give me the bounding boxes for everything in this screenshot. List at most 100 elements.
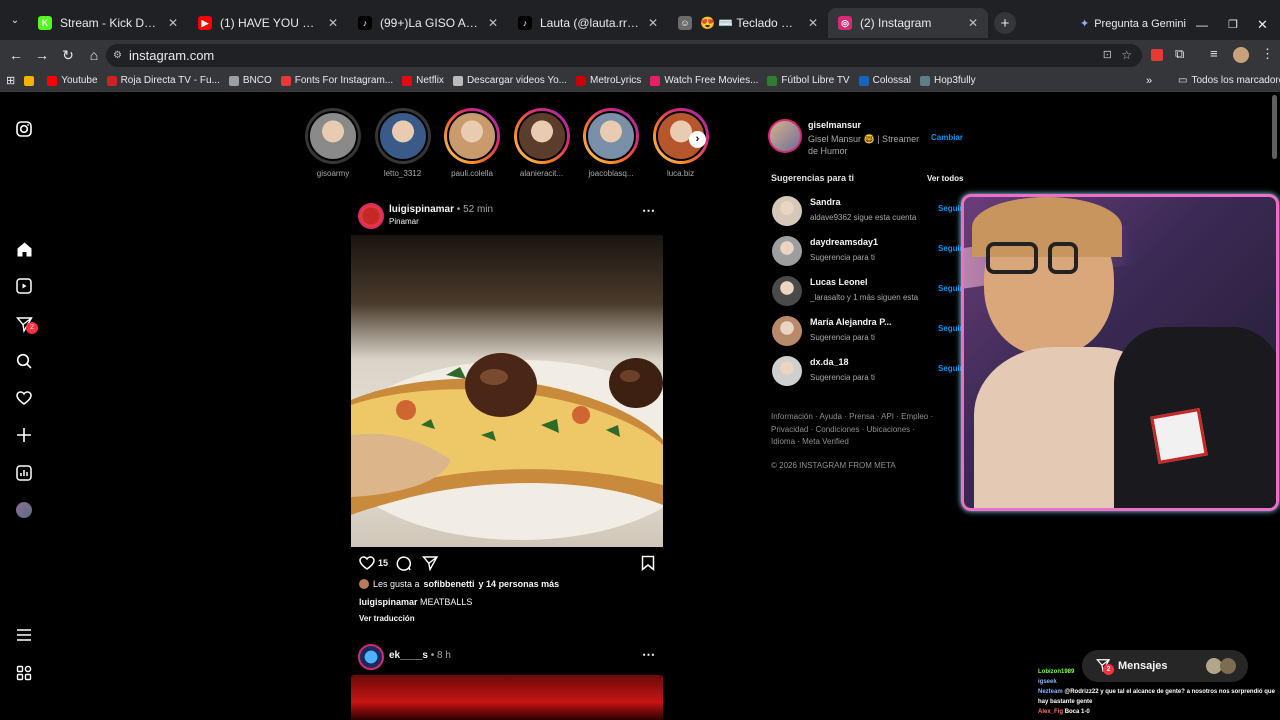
post-more-options-icon[interactable]: ⋯ (642, 203, 655, 219)
comment-icon[interactable] (395, 555, 412, 576)
media-control-icon[interactable]: ≡ (1210, 46, 1218, 61)
search-icon[interactable] (14, 351, 34, 371)
profile-nav-avatar[interactable] (14, 500, 34, 520)
bookmark-item[interactable]: Watch Free Movies... (650, 75, 758, 86)
post-image-pizza[interactable] (351, 235, 663, 547)
site-info-icon[interactable]: ⚙ (113, 44, 122, 67)
follow-button[interactable]: Seguir (938, 284, 963, 293)
see-all-link[interactable]: Ver todos (927, 174, 963, 183)
url-input[interactable]: ⚙ instagram.com ⊡ ☆ (106, 44, 1142, 67)
suggestion-name[interactable]: dx.da_18 (810, 357, 849, 367)
extension-icon-red[interactable] (1151, 49, 1163, 61)
tab-close-icon[interactable]: ✕ (808, 16, 818, 30)
follow-button[interactable]: Seguir (938, 244, 963, 253)
post-location[interactable]: Pinamar (389, 217, 419, 226)
bookmark-item[interactable]: Netflix (402, 75, 444, 86)
bookmark-item[interactable]: Hop3fully (919, 75, 976, 86)
story-item[interactable]: joacoblasq... (581, 108, 641, 178)
bookmarks-overflow-icon[interactable]: » (1146, 75, 1152, 87)
gemini-button[interactable]: ✦ Pregunta a Gemini (1080, 17, 1186, 31)
switch-account-link[interactable]: Cambiar (931, 133, 963, 142)
like-heart-icon[interactable] (359, 555, 375, 576)
follow-button[interactable]: Seguir (938, 364, 963, 373)
browser-tab[interactable]: ♪ Lauta (@lauta.rrpp) | TikTok ✕ (508, 8, 668, 38)
footer-links[interactable]: Información · Ayuda · Prensa · API · Emp… (771, 411, 941, 449)
suggestion-name[interactable]: María Alejandra P... (810, 317, 892, 327)
tab-close-icon[interactable]: ✕ (488, 16, 498, 30)
maximize-button[interactable]: ❐ (1228, 18, 1238, 31)
reload-button[interactable]: ↻ (56, 43, 80, 67)
see-translation-link[interactable]: Ver traducción (359, 614, 415, 623)
suggestion-name[interactable]: Lucas Leonel (810, 277, 868, 287)
caption-username[interactable]: luigispinamar (359, 597, 418, 607)
liked-by-suffix[interactable]: y 14 personas más (479, 579, 560, 589)
browser-tab[interactable]: ♪ (99+)La GISO ARMY (@gisoarm ✕ (348, 8, 508, 38)
chat-username[interactable]: Lobizon1989 (1038, 669, 1074, 675)
dashboard-icon[interactable] (14, 463, 34, 483)
save-bookmark-icon[interactable] (641, 555, 655, 576)
browser-tab[interactable]: ☺ 😍 ⌨️ Teclado Emoji 👍 🔥 395 ✕ (668, 8, 828, 38)
current-profile-username[interactable]: giselmansur (808, 120, 861, 130)
extensions-puzzle-icon[interactable]: ⧉ (1175, 46, 1184, 62)
stories-next-arrow-icon[interactable]: › (689, 131, 706, 148)
share-icon[interactable] (421, 555, 439, 576)
post-author-username[interactable]: luigispinamar (389, 204, 454, 215)
menu-hamburger-icon[interactable] (14, 625, 34, 645)
chat-username[interactable]: Alex_Fig (1038, 709, 1063, 715)
story-item[interactable]: letto_3312 (373, 108, 433, 178)
next-post-more-icon[interactable]: ⋯ (642, 647, 655, 663)
bookmark-item[interactable]: Fútbol Libre TV (767, 75, 850, 86)
tab-search-button[interactable]: ⌄ (2, 7, 28, 33)
bookmark-item[interactable]: BNCO (228, 75, 272, 86)
follow-button[interactable]: Seguir (938, 324, 963, 333)
install-app-icon[interactable]: ⊡ (1103, 44, 1112, 67)
close-window-button[interactable]: ✕ (1257, 17, 1268, 33)
suggestion-name[interactable]: daydreamsday1 (810, 237, 878, 247)
next-post-avatar[interactable] (358, 644, 384, 670)
tab-close-icon[interactable]: ✕ (328, 16, 338, 30)
page-scrollbar[interactable] (1272, 95, 1277, 159)
minimize-button[interactable]: — (1196, 18, 1208, 32)
all-bookmarks-link[interactable]: ▭ Todos los marcadores (1178, 75, 1280, 86)
notifications-heart-icon[interactable] (14, 388, 34, 408)
suggestion-avatar[interactable] (772, 276, 802, 306)
suggestion-avatar[interactable] (772, 316, 802, 346)
forward-button[interactable]: → (30, 43, 54, 67)
profile-avatar[interactable] (1233, 47, 1249, 63)
bookmark-item[interactable]: MetroLyrics (576, 75, 641, 86)
suggestion-name[interactable]: Sandra (810, 197, 841, 207)
story-item[interactable]: alanieracit... (512, 108, 572, 178)
reels-icon[interactable] (14, 276, 34, 296)
tab-close-icon[interactable]: ✕ (968, 16, 978, 30)
browser-menu-icon[interactable]: ⋮ (1261, 46, 1274, 62)
bookmark-item[interactable]: Descargar videos Yo... (452, 75, 567, 86)
bookmark-item[interactable]: Youtube (47, 75, 98, 86)
story-item[interactable]: pauli.colella (442, 108, 502, 178)
browser-tab[interactable]: ▶ (1) HAVE YOU EVER HAD A DR ✕ (188, 8, 348, 38)
post-author-avatar[interactable] (358, 203, 384, 229)
suggestion-avatar[interactable] (772, 196, 802, 226)
story-item[interactable]: gisoarmy (303, 108, 363, 178)
next-post-username[interactable]: ek____s (389, 650, 428, 661)
suggestion-avatar[interactable] (772, 236, 802, 266)
current-profile-avatar[interactable] (768, 119, 802, 153)
liked-by-avatar[interactable] (359, 579, 369, 589)
like-count[interactable]: 15 (378, 558, 388, 568)
tab-close-icon[interactable]: ✕ (168, 16, 178, 30)
home-button[interactable]: ⌂ (82, 43, 106, 67)
instagram-logo-icon[interactable] (14, 119, 34, 139)
back-button[interactable]: ← (4, 43, 28, 67)
direct-messages-icon[interactable]: 2 (14, 314, 38, 334)
new-tab-button[interactable]: + (994, 12, 1016, 34)
browser-tab[interactable]: ◎ (2) Instagram ✕ (828, 8, 988, 38)
bookmark-item[interactable] (24, 75, 38, 86)
liked-by-user[interactable]: sofibbenetti (424, 579, 475, 589)
suggestion-avatar[interactable] (772, 356, 802, 386)
create-plus-icon[interactable] (14, 425, 34, 445)
also-from-meta-icon[interactable] (14, 663, 34, 683)
follow-button[interactable]: Seguir (938, 204, 963, 213)
tab-close-icon[interactable]: ✕ (648, 16, 658, 30)
next-post-image[interactable] (351, 675, 663, 720)
apps-grid-icon[interactable]: ⊞ (6, 74, 15, 87)
browser-tab[interactable]: K Stream - Kick Dashboard ✕ (28, 8, 188, 38)
